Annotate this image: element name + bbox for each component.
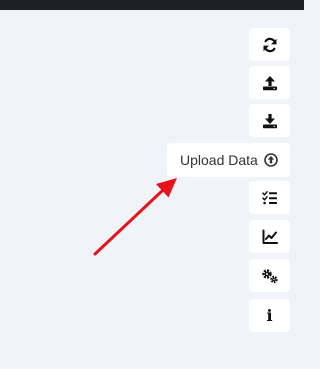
info-button[interactable]: i bbox=[249, 299, 290, 332]
chart-button[interactable] bbox=[249, 220, 290, 253]
refresh-button[interactable] bbox=[249, 28, 290, 61]
line-chart-icon bbox=[262, 229, 278, 244]
upload-icon bbox=[262, 75, 277, 90]
arrow-circle-up-icon bbox=[264, 153, 278, 167]
download-icon bbox=[262, 113, 277, 128]
gears-icon bbox=[261, 268, 278, 283]
settings-button[interactable] bbox=[249, 259, 290, 292]
info-icon: i bbox=[266, 305, 273, 325]
download-button[interactable] bbox=[249, 104, 290, 137]
refresh-icon bbox=[263, 37, 276, 52]
tooltip-label: Upload Data bbox=[180, 152, 258, 168]
checklist-button[interactable] bbox=[249, 181, 290, 214]
upload-data-tooltip: Upload Data bbox=[167, 143, 290, 177]
checklist-icon bbox=[261, 190, 277, 204]
upload-button[interactable] bbox=[249, 66, 290, 99]
top-bar bbox=[0, 0, 304, 10]
